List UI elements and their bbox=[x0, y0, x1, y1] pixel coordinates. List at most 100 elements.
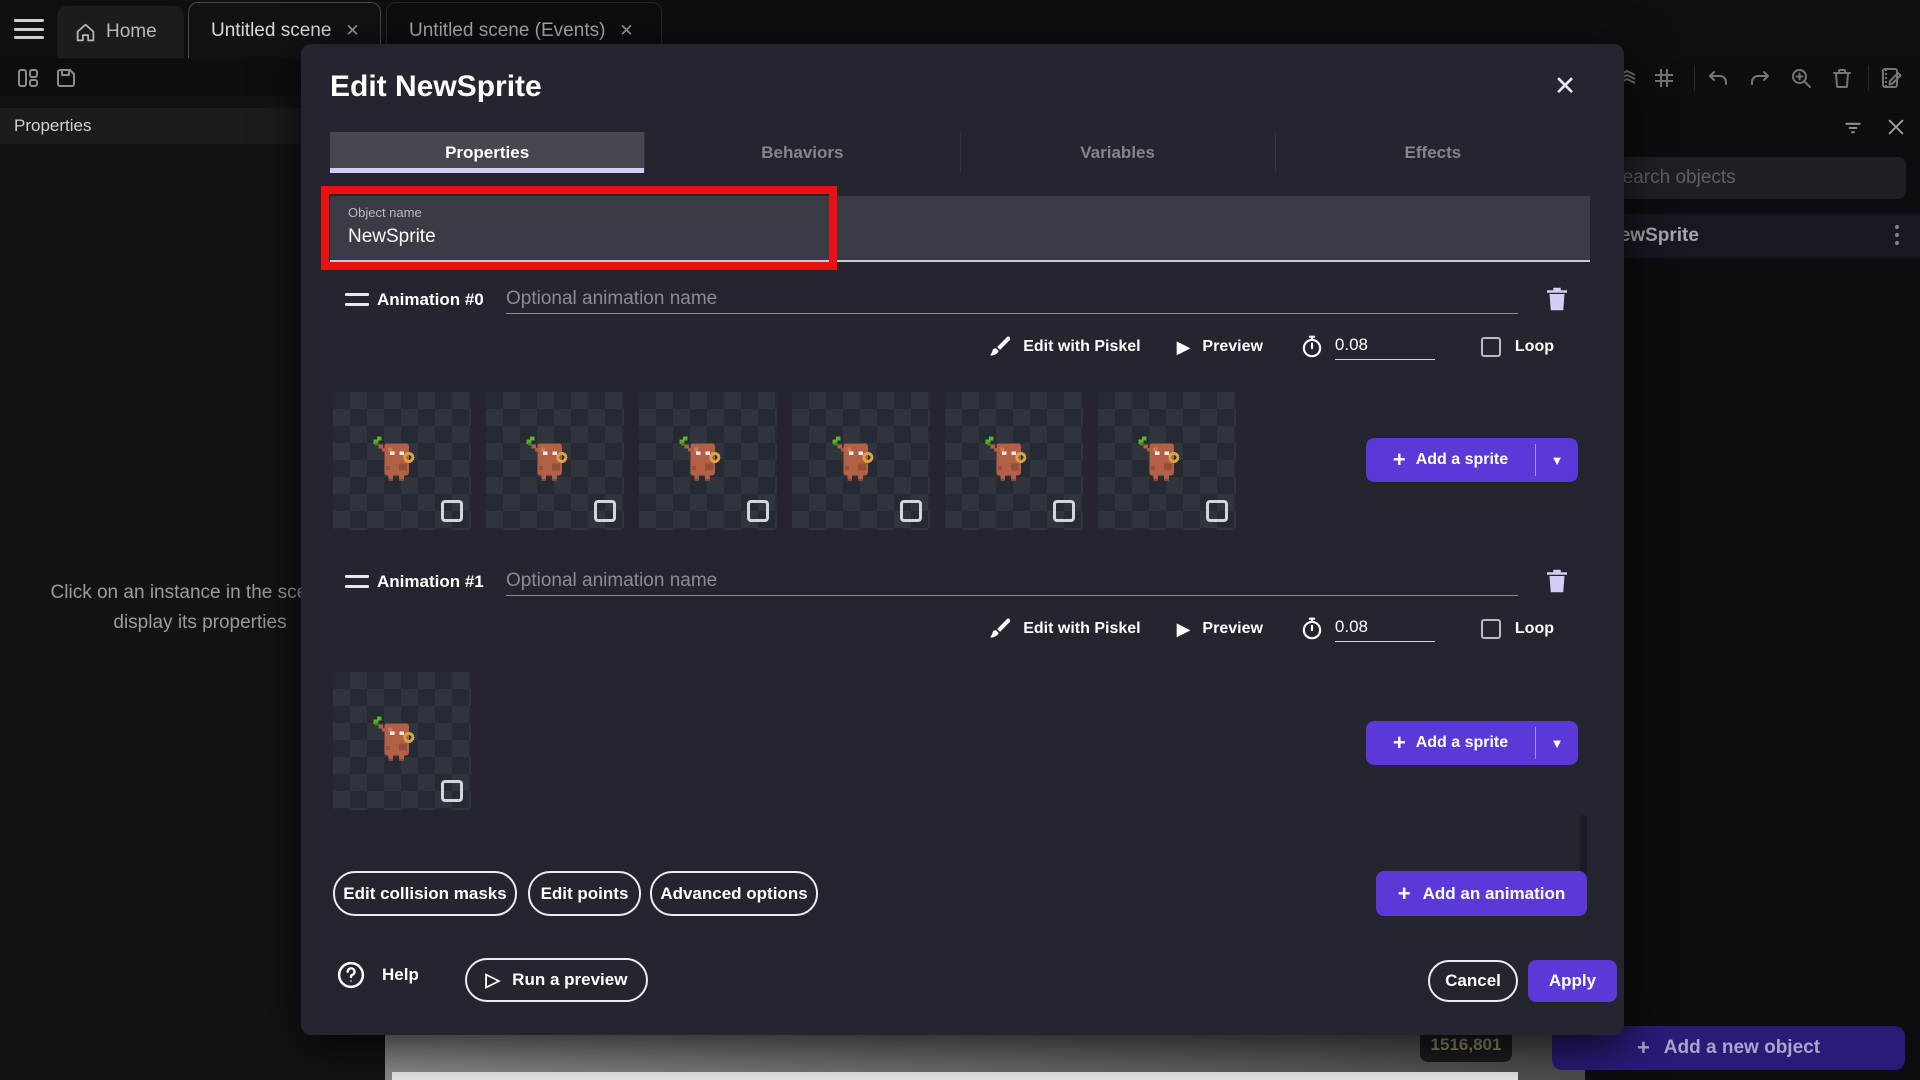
animation-label: Animation #1 bbox=[377, 572, 484, 592]
tab-properties[interactable]: Properties bbox=[330, 132, 644, 173]
add-sprite-button[interactable]: + Add a sprite ▼ bbox=[1366, 438, 1578, 482]
play-icon: ▶ bbox=[1177, 619, 1191, 640]
help-icon bbox=[336, 960, 366, 990]
preview-button[interactable]: Preview bbox=[1202, 620, 1262, 638]
delete-animation-icon[interactable] bbox=[1542, 564, 1572, 598]
redo-icon[interactable] bbox=[1748, 66, 1772, 90]
close-tab-icon[interactable]: ✕ bbox=[345, 22, 359, 39]
edit-with-piskel-button[interactable]: Edit with Piskel bbox=[1023, 620, 1140, 638]
animation-name-input[interactable] bbox=[506, 566, 1518, 596]
sprite-frame-tile[interactable] bbox=[1098, 392, 1236, 530]
search-objects-input[interactable] bbox=[1596, 157, 1906, 199]
tab-behaviors[interactable]: Behaviors bbox=[644, 132, 959, 173]
pig-sprite-image bbox=[365, 428, 427, 490]
plus-icon: + bbox=[1393, 449, 1406, 471]
pig-sprite-image bbox=[1130, 428, 1192, 490]
plus-icon: + bbox=[1637, 1037, 1650, 1059]
plus-icon: + bbox=[1393, 732, 1406, 754]
loop-label: Loop bbox=[1515, 620, 1554, 638]
save-icon[interactable] bbox=[54, 66, 78, 90]
pig-sprite-image bbox=[671, 428, 733, 490]
chevron-down-icon[interactable]: ▼ bbox=[1536, 438, 1578, 482]
grid-icon[interactable] bbox=[1652, 66, 1676, 90]
sprite-frame-tile[interactable] bbox=[486, 392, 624, 530]
frame-checkbox[interactable] bbox=[900, 500, 922, 522]
tab-home-label: Home bbox=[106, 21, 157, 43]
chevron-down-icon[interactable]: ▼ bbox=[1536, 721, 1578, 765]
pig-sprite-image bbox=[977, 428, 1039, 490]
properties-panel-title: Properties bbox=[14, 116, 91, 136]
add-sprite-button[interactable]: + Add a sprite ▼ bbox=[1366, 721, 1578, 765]
zoom-in-icon[interactable] bbox=[1789, 66, 1813, 90]
preview-button[interactable]: Preview bbox=[1202, 338, 1262, 356]
plus-icon: + bbox=[1398, 883, 1411, 905]
panels-layout-icon[interactable] bbox=[16, 66, 40, 90]
tab-home[interactable]: Home bbox=[57, 6, 184, 58]
stopwatch-icon bbox=[1299, 616, 1325, 642]
loop-checkbox[interactable] bbox=[1481, 619, 1501, 639]
brush-icon bbox=[987, 616, 1013, 642]
trash-icon[interactable] bbox=[1830, 66, 1854, 90]
animation-1-header: Animation #1 bbox=[330, 566, 1590, 598]
main-menu-icon[interactable] bbox=[14, 19, 44, 39]
gdevelop-app: Home Untitled scene ✕ Untitled scene (Ev… bbox=[0, 0, 1920, 1080]
run-preview-button[interactable]: ▷ Run a preview bbox=[465, 958, 648, 1002]
frame-checkbox[interactable] bbox=[594, 500, 616, 522]
close-tab-icon[interactable]: ✕ bbox=[619, 22, 633, 39]
edit-sprite-dialog: Edit NewSprite ✕ Properties Behaviors Va… bbox=[301, 44, 1624, 1035]
toolbar-separator bbox=[1868, 65, 1869, 91]
frame-checkbox[interactable] bbox=[747, 500, 769, 522]
cancel-button[interactable]: Cancel bbox=[1428, 960, 1518, 1002]
object-item-menu-icon[interactable] bbox=[1888, 222, 1908, 250]
tab-variables[interactable]: Variables bbox=[960, 132, 1275, 173]
loop-checkbox[interactable] bbox=[1481, 337, 1501, 357]
edit-properties-panel-icon[interactable] bbox=[1879, 66, 1903, 90]
play-outline-icon: ▷ bbox=[486, 969, 501, 992]
frame-checkbox[interactable] bbox=[441, 500, 463, 522]
time-between-frames-input[interactable] bbox=[1335, 335, 1435, 360]
edit-points-button[interactable]: Edit points bbox=[528, 871, 641, 916]
animation-1-frames bbox=[333, 672, 471, 810]
sprite-frame-tile[interactable] bbox=[792, 392, 930, 530]
frame-checkbox[interactable] bbox=[1053, 500, 1075, 522]
animation-0-frames bbox=[333, 392, 1236, 530]
brush-icon bbox=[987, 334, 1013, 360]
sprite-frame-tile[interactable] bbox=[945, 392, 1083, 530]
delete-animation-icon[interactable] bbox=[1542, 282, 1572, 316]
frame-checkbox[interactable] bbox=[1206, 500, 1228, 522]
dialog-footer: Help ▷ Run a preview Cancel Apply bbox=[330, 958, 1590, 1004]
animation-1-controls: Edit with Piskel ▶ Preview Loop bbox=[654, 612, 1554, 646]
filter-icon[interactable] bbox=[1843, 118, 1863, 138]
frame-checkbox[interactable] bbox=[441, 780, 463, 802]
animation-0-controls: Edit with Piskel ▶ Preview Loop bbox=[654, 330, 1554, 364]
sprite-frame-tile[interactable] bbox=[639, 392, 777, 530]
play-icon: ▶ bbox=[1177, 337, 1191, 358]
dialog-close-icon[interactable]: ✕ bbox=[1547, 68, 1583, 104]
sprite-frame-tile[interactable] bbox=[333, 392, 471, 530]
sprite-frame-tile[interactable] bbox=[333, 672, 471, 810]
apply-button[interactable]: Apply bbox=[1528, 960, 1617, 1002]
loop-label: Loop bbox=[1515, 338, 1554, 356]
close-panel-icon[interactable] bbox=[1885, 116, 1907, 138]
help-button[interactable]: Help bbox=[336, 960, 419, 990]
animation-name-input[interactable] bbox=[506, 284, 1518, 314]
drag-handle-icon[interactable] bbox=[345, 293, 369, 306]
tab-effects[interactable]: Effects bbox=[1275, 132, 1590, 173]
time-between-frames-input[interactable] bbox=[1335, 617, 1435, 642]
home-icon bbox=[75, 22, 96, 43]
advanced-options-button[interactable]: Advanced options bbox=[650, 871, 818, 916]
add-animation-button[interactable]: + Add an animation bbox=[1376, 871, 1587, 916]
edit-collision-masks-button[interactable]: Edit collision masks bbox=[333, 871, 517, 916]
object-name-label: Object name bbox=[348, 205, 422, 220]
pig-sprite-image bbox=[824, 428, 886, 490]
object-name-input[interactable] bbox=[348, 226, 948, 248]
dialog-title: Edit NewSprite bbox=[330, 70, 542, 104]
edit-with-piskel-button[interactable]: Edit with Piskel bbox=[1023, 338, 1140, 356]
canvas-horizontal-scrollbar[interactable] bbox=[392, 1072, 1518, 1080]
object-list-item-newsprite[interactable]: NewSprite bbox=[1585, 214, 1920, 258]
animation-0-header: Animation #0 bbox=[330, 284, 1590, 316]
object-name-field[interactable]: Object name bbox=[330, 196, 1590, 262]
undo-icon[interactable] bbox=[1706, 66, 1730, 90]
stopwatch-icon bbox=[1299, 334, 1325, 360]
drag-handle-icon[interactable] bbox=[345, 575, 369, 588]
